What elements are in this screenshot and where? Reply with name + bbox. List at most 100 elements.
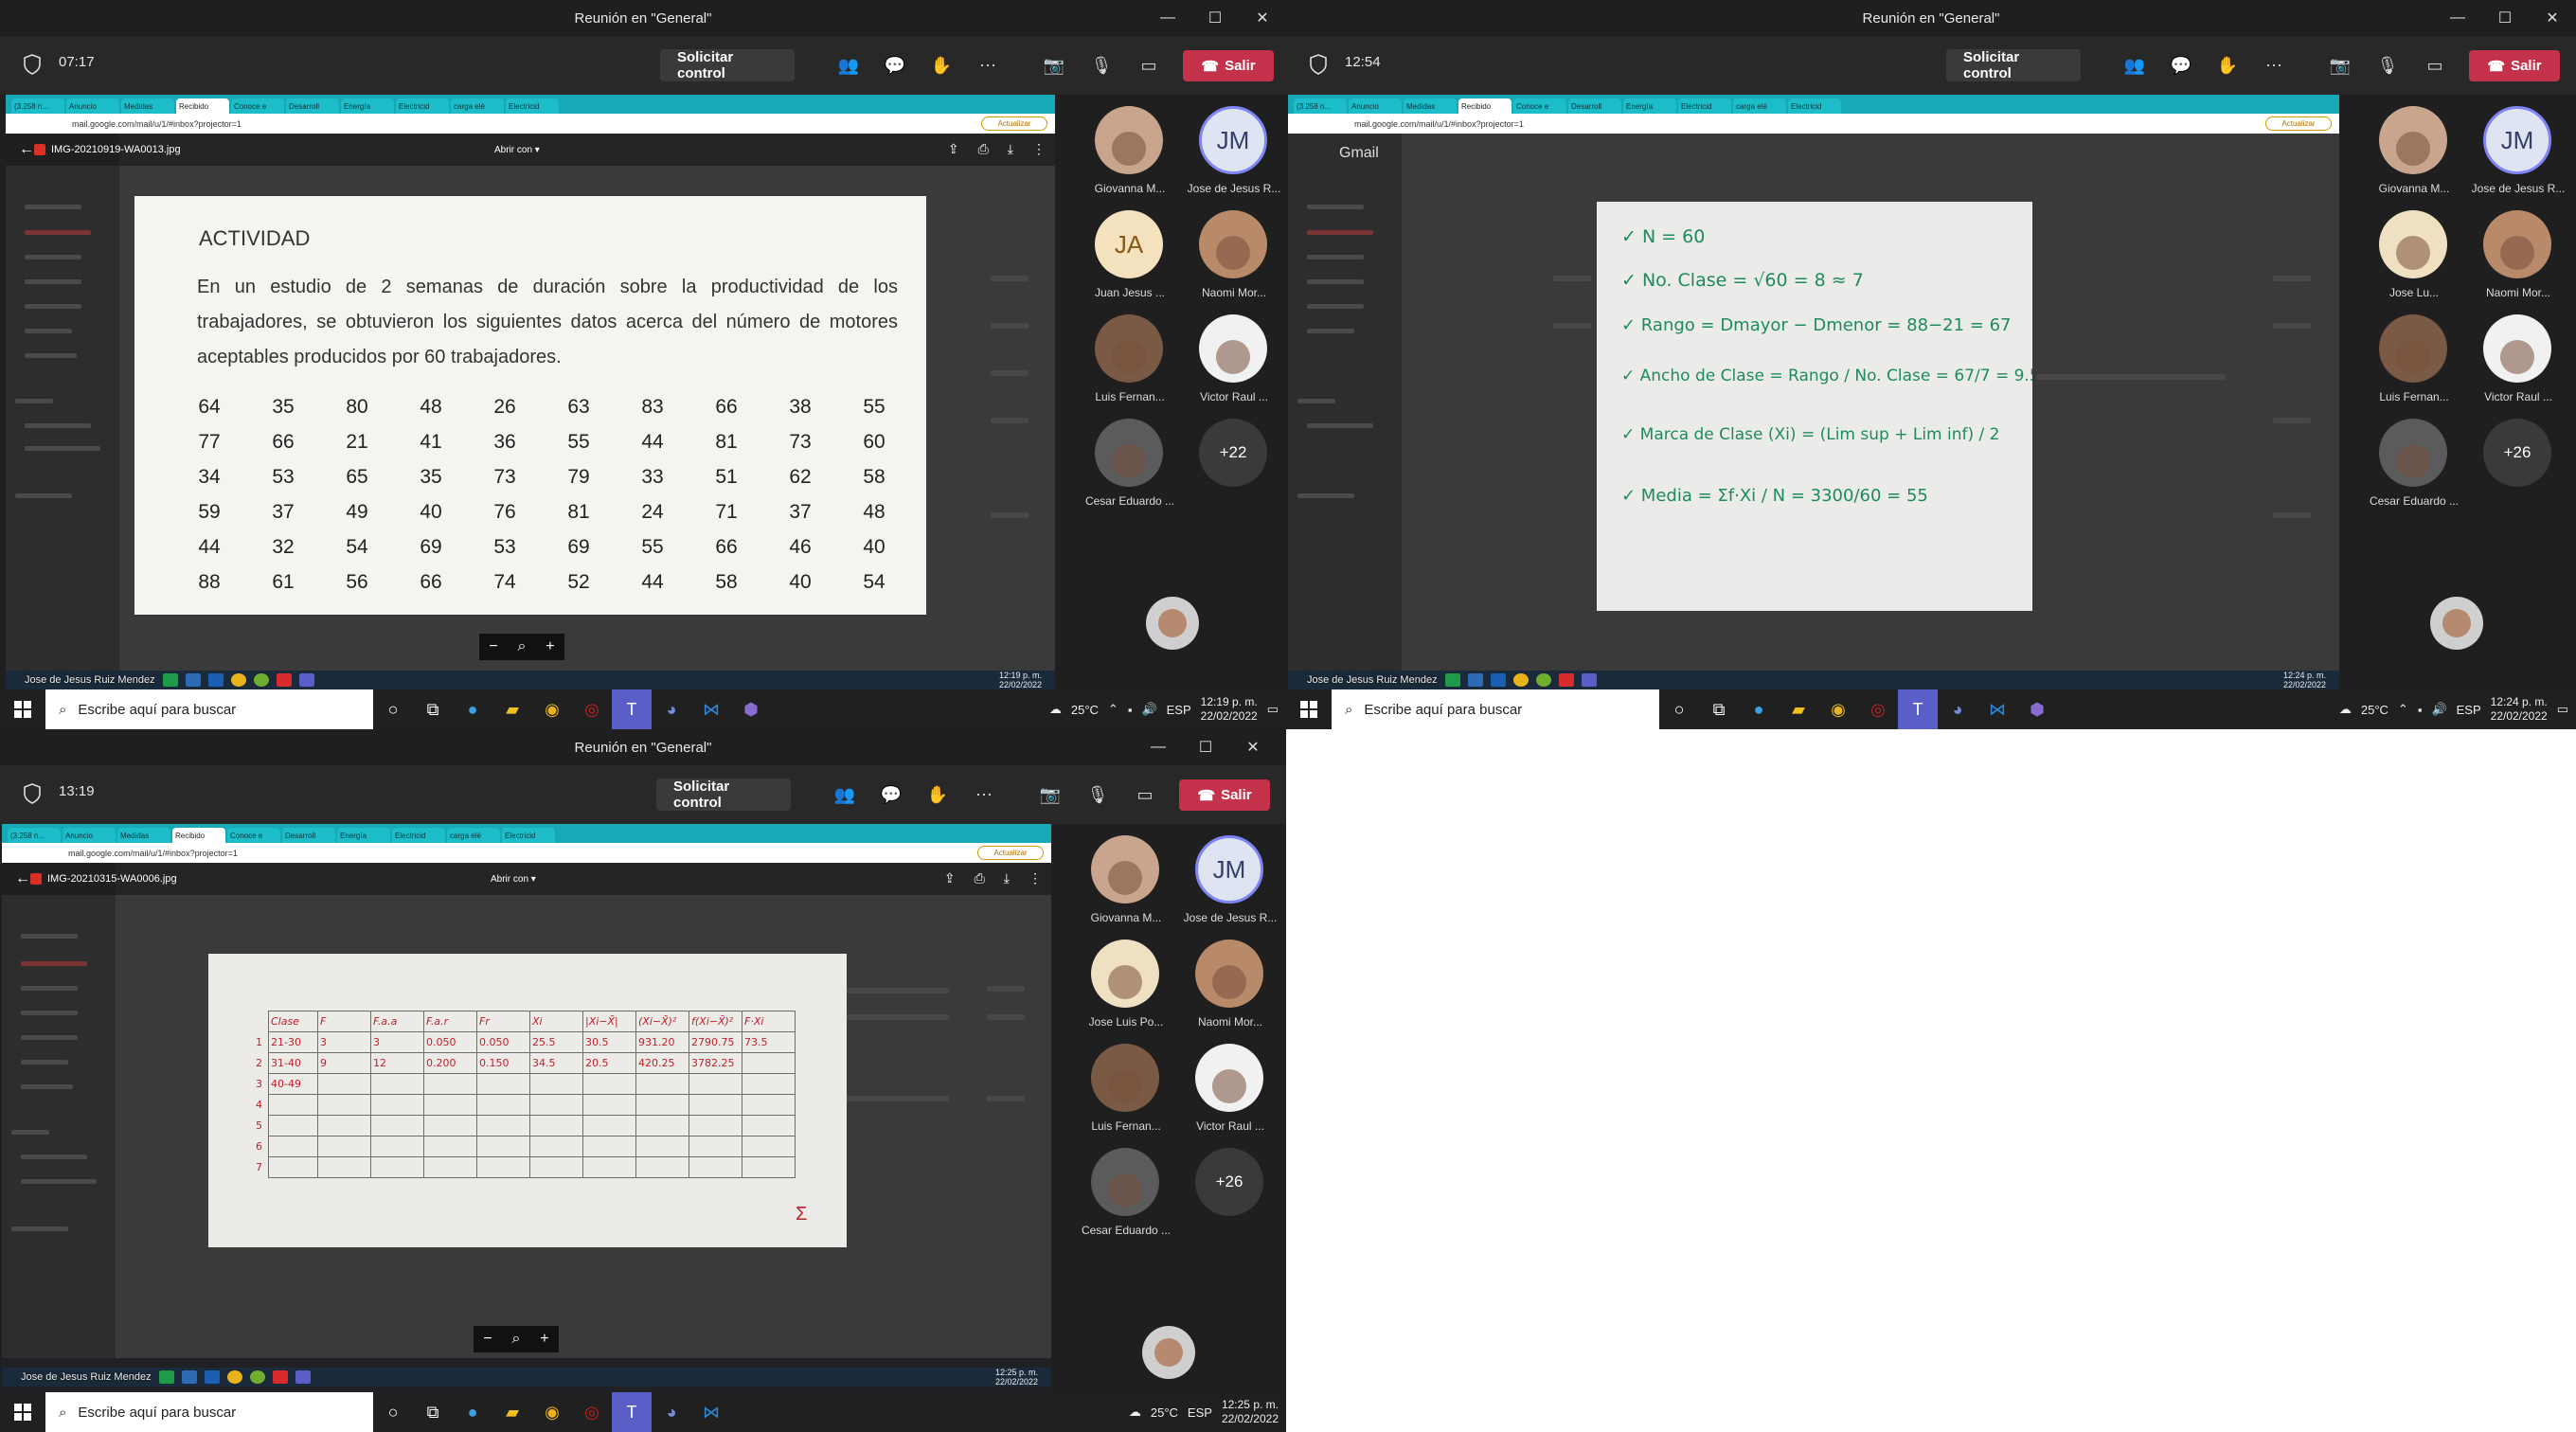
notifications-icon[interactable]: ▭	[2557, 702, 2568, 717]
tab-active[interactable]: Recibido	[176, 98, 229, 114]
zoom-in-icon[interactable]: +	[546, 638, 554, 655]
minimize-icon[interactable]: —	[1135, 729, 1182, 765]
task-view-icon[interactable]: ⧉	[413, 689, 453, 729]
download-icon[interactable]: ⤓	[1008, 141, 1013, 157]
task-view-icon[interactable]: ⧉	[1699, 689, 1739, 729]
windows-start-icon[interactable]	[0, 1392, 45, 1432]
minimize-icon[interactable]: —	[1144, 0, 1191, 36]
participants-icon[interactable]: 👥	[832, 782, 857, 807]
chevron-up-icon[interactable]: ⌃	[2398, 702, 2408, 717]
maximize-icon[interactable]: ☐	[2481, 0, 2529, 36]
volume-icon[interactable]: 🔊	[2431, 702, 2446, 717]
file-explorer-icon[interactable]: ▰	[492, 1392, 532, 1432]
tab[interactable]: Energía	[1623, 98, 1676, 114]
shield-app-icon[interactable]: ⬢	[731, 689, 771, 729]
address-bar[interactable]: mail.google.com/mail/u/1/#inbox?projecto…	[6, 114, 1055, 134]
more-participants-button[interactable]: +26	[2483, 419, 2551, 487]
more-participants-button[interactable]: +26	[1195, 1148, 1263, 1216]
participants-icon[interactable]: 👥	[2122, 53, 2147, 78]
chrome-icon[interactable]: ◉	[1818, 689, 1858, 729]
reactions-icon[interactable]: ✋	[929, 53, 954, 78]
magnifier-icon[interactable]: ⌕	[518, 638, 527, 655]
app-icon[interactable]: ◎	[572, 1392, 612, 1432]
tab[interactable]: carga elé	[447, 828, 500, 843]
tab[interactable]: Desarroll	[286, 98, 339, 114]
edge-icon[interactable]: ●	[453, 689, 492, 729]
print-icon[interactable]: ⎙	[975, 870, 985, 886]
teams-taskbar-icon[interactable]: T	[612, 689, 652, 729]
tab[interactable]: Electricid	[506, 98, 559, 114]
back-arrow-icon[interactable]: ←	[15, 870, 30, 887]
vscode-icon[interactable]: ⋈	[691, 1392, 731, 1432]
add-to-drive-icon[interactable]: ⇪	[944, 870, 956, 886]
chrome-icon[interactable]: ◉	[532, 1392, 572, 1432]
close-icon[interactable]: ✕	[1239, 0, 1286, 36]
share-tray-icon[interactable]: ▭	[1136, 53, 1161, 78]
tab[interactable]: carga elé	[1733, 98, 1786, 114]
reactions-icon[interactable]: ✋	[2215, 53, 2240, 78]
tab[interactable]: Anuncio	[66, 98, 119, 114]
tab[interactable]: Medidas	[117, 828, 170, 843]
tab[interactable]: carga elé	[451, 98, 504, 114]
update-button[interactable]: Actualizar	[981, 116, 1047, 131]
chat-icon[interactable]: 💬	[879, 782, 903, 807]
zoom-out-icon[interactable]: −	[489, 638, 497, 655]
vscode-icon[interactable]: ⋈	[1977, 689, 2017, 729]
clock[interactable]: 12:25 p. m. 22/02/2022	[1222, 1398, 1279, 1426]
camera-off-icon[interactable]: 📷	[1042, 53, 1066, 78]
magnifier-icon[interactable]: ⌕	[512, 1331, 521, 1348]
app-icon[interactable]: ◎	[572, 689, 612, 729]
print-icon[interactable]: ⎙	[978, 141, 989, 157]
chevron-up-icon[interactable]: ⌃	[1108, 702, 1118, 717]
tab[interactable]: Desarroll	[1568, 98, 1621, 114]
mic-off-icon[interactable]: 🎙	[1089, 53, 1114, 78]
more-vert-icon[interactable]: ⋮	[1029, 870, 1042, 886]
open-with-button[interactable]: Abrir con ▾	[491, 869, 536, 888]
app-icon[interactable]: ◎	[1858, 689, 1898, 729]
more-icon[interactable]: ⋯	[972, 782, 996, 807]
chrome-icon[interactable]: ◉	[532, 689, 572, 729]
windows-start-icon[interactable]	[1286, 689, 1332, 729]
tab[interactable]: (3.258 n...	[11, 98, 64, 114]
minimize-icon[interactable]: —	[2434, 0, 2481, 36]
camera-off-icon[interactable]: 📷	[2328, 53, 2352, 78]
tab[interactable]: Energía	[341, 98, 394, 114]
tab[interactable]: Conoce e	[231, 98, 284, 114]
teams-taskbar-icon[interactable]: T	[1898, 689, 1938, 729]
more-icon[interactable]: ⋯	[975, 53, 1000, 78]
tab[interactable]: Electricid	[392, 828, 445, 843]
chat-icon[interactable]: 💬	[883, 53, 907, 78]
clock[interactable]: 12:24 p. m. 22/02/2022	[2491, 695, 2548, 724]
tab-active[interactable]: Recibido	[172, 828, 225, 843]
tab[interactable]: Conoce e	[1513, 98, 1566, 114]
more-icon[interactable]: ⋯	[2262, 53, 2286, 78]
file-explorer-icon[interactable]: ▰	[1779, 689, 1818, 729]
teams-taskbar-icon[interactable]: T	[612, 1392, 652, 1432]
tab[interactable]: Medidas	[121, 98, 174, 114]
tab[interactable]: Energía	[337, 828, 390, 843]
address-bar[interactable]: mail.google.com/mail/u/1/#inbox?projecto…	[2, 843, 1051, 863]
cortana-icon[interactable]: ○	[373, 689, 413, 729]
more-participants-button[interactable]: +22	[1199, 419, 1267, 487]
volume-icon[interactable]: 🔊	[1141, 702, 1156, 717]
update-button[interactable]: Actualizar	[2265, 116, 2332, 131]
zoom-in-icon[interactable]: +	[540, 1331, 548, 1348]
maximize-icon[interactable]: ☐	[1182, 729, 1229, 765]
file-explorer-icon[interactable]: ▰	[492, 689, 532, 729]
close-icon[interactable]: ✕	[1229, 729, 1277, 765]
camera-off-icon[interactable]: 📷	[1038, 782, 1063, 807]
edge-icon[interactable]: ●	[453, 1392, 492, 1432]
request-control-button[interactable]: Solicitar control	[660, 49, 795, 81]
clock[interactable]: 12:19 p. m. 22/02/2022	[1201, 695, 1258, 724]
tab[interactable]: (3.258 n...	[1294, 98, 1347, 114]
back-arrow-icon[interactable]: ←	[19, 141, 34, 158]
windows-start-icon[interactable]	[0, 689, 45, 729]
task-view-icon[interactable]: ⧉	[413, 1392, 453, 1432]
tab[interactable]: Anuncio	[63, 828, 116, 843]
mic-off-icon[interactable]: 🎙	[2375, 53, 2400, 78]
tab[interactable]: Electricid	[1788, 98, 1841, 114]
leave-button[interactable]: ☎ Salir	[1179, 779, 1270, 811]
maximize-icon[interactable]: ☐	[1191, 0, 1239, 36]
mic-off-icon[interactable]: 🎙	[1085, 782, 1110, 807]
discord-icon[interactable]: ◕	[652, 1392, 691, 1432]
